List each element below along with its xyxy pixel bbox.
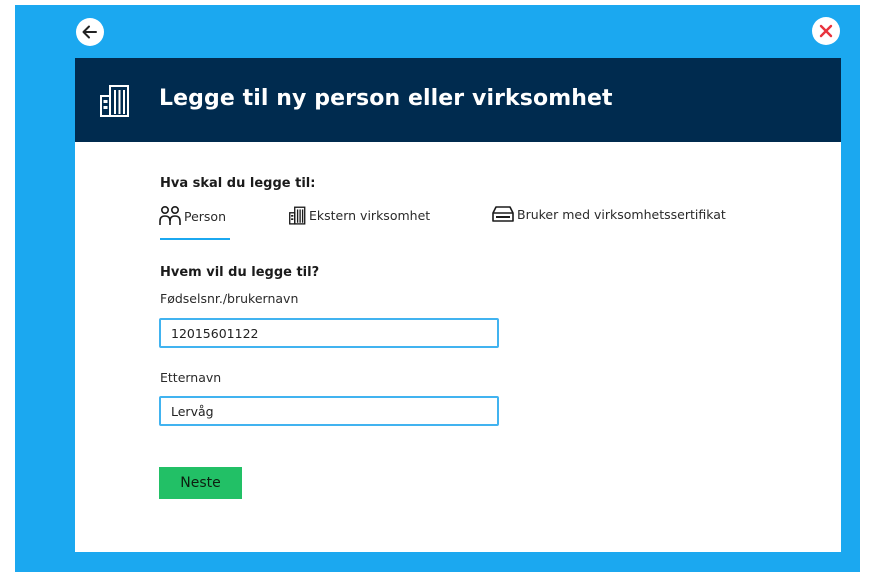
who-heading: Hvem vil du legge til? — [160, 265, 320, 280]
building-icon — [100, 85, 129, 117]
building-icon — [289, 206, 306, 225]
person-icon — [159, 205, 181, 225]
tab-enterprise-certificate-user[interactable]: Bruker med virksomhetssertifikat — [492, 205, 726, 223]
dialog-header: Legge til ny person eller virksomhet — [75, 58, 841, 142]
dialog-panel: Legge til ny person eller virksomhet Hva… — [75, 58, 841, 552]
close-icon — [819, 24, 833, 38]
tab-external-company[interactable]: Ekstern virksomhet — [289, 205, 430, 225]
close-button[interactable] — [812, 17, 840, 45]
type-heading: Hva skal du legge til: — [160, 176, 316, 191]
tab-person[interactable]: Person — [159, 205, 226, 227]
tab-enterprise-certificate-user-label: Bruker med virksomhetssertifikat — [517, 206, 726, 222]
certificate-icon — [492, 206, 514, 222]
tab-external-company-label: Ekstern virksomhet — [309, 207, 431, 223]
lastname-input[interactable] — [159, 396, 499, 426]
back-button[interactable] — [76, 18, 104, 46]
next-button[interactable]: Neste — [159, 467, 242, 499]
dialog-title: Legge til ny person eller virksomhet — [159, 86, 613, 111]
tab-person-label: Person — [184, 208, 227, 224]
active-tab-indicator — [160, 238, 230, 240]
id-input[interactable] — [159, 318, 499, 348]
lastname-field-label: Etternavn — [160, 370, 222, 385]
id-field-label: Fødselsnr./brukernavn — [160, 291, 299, 306]
arrow-left-icon — [82, 25, 97, 39]
